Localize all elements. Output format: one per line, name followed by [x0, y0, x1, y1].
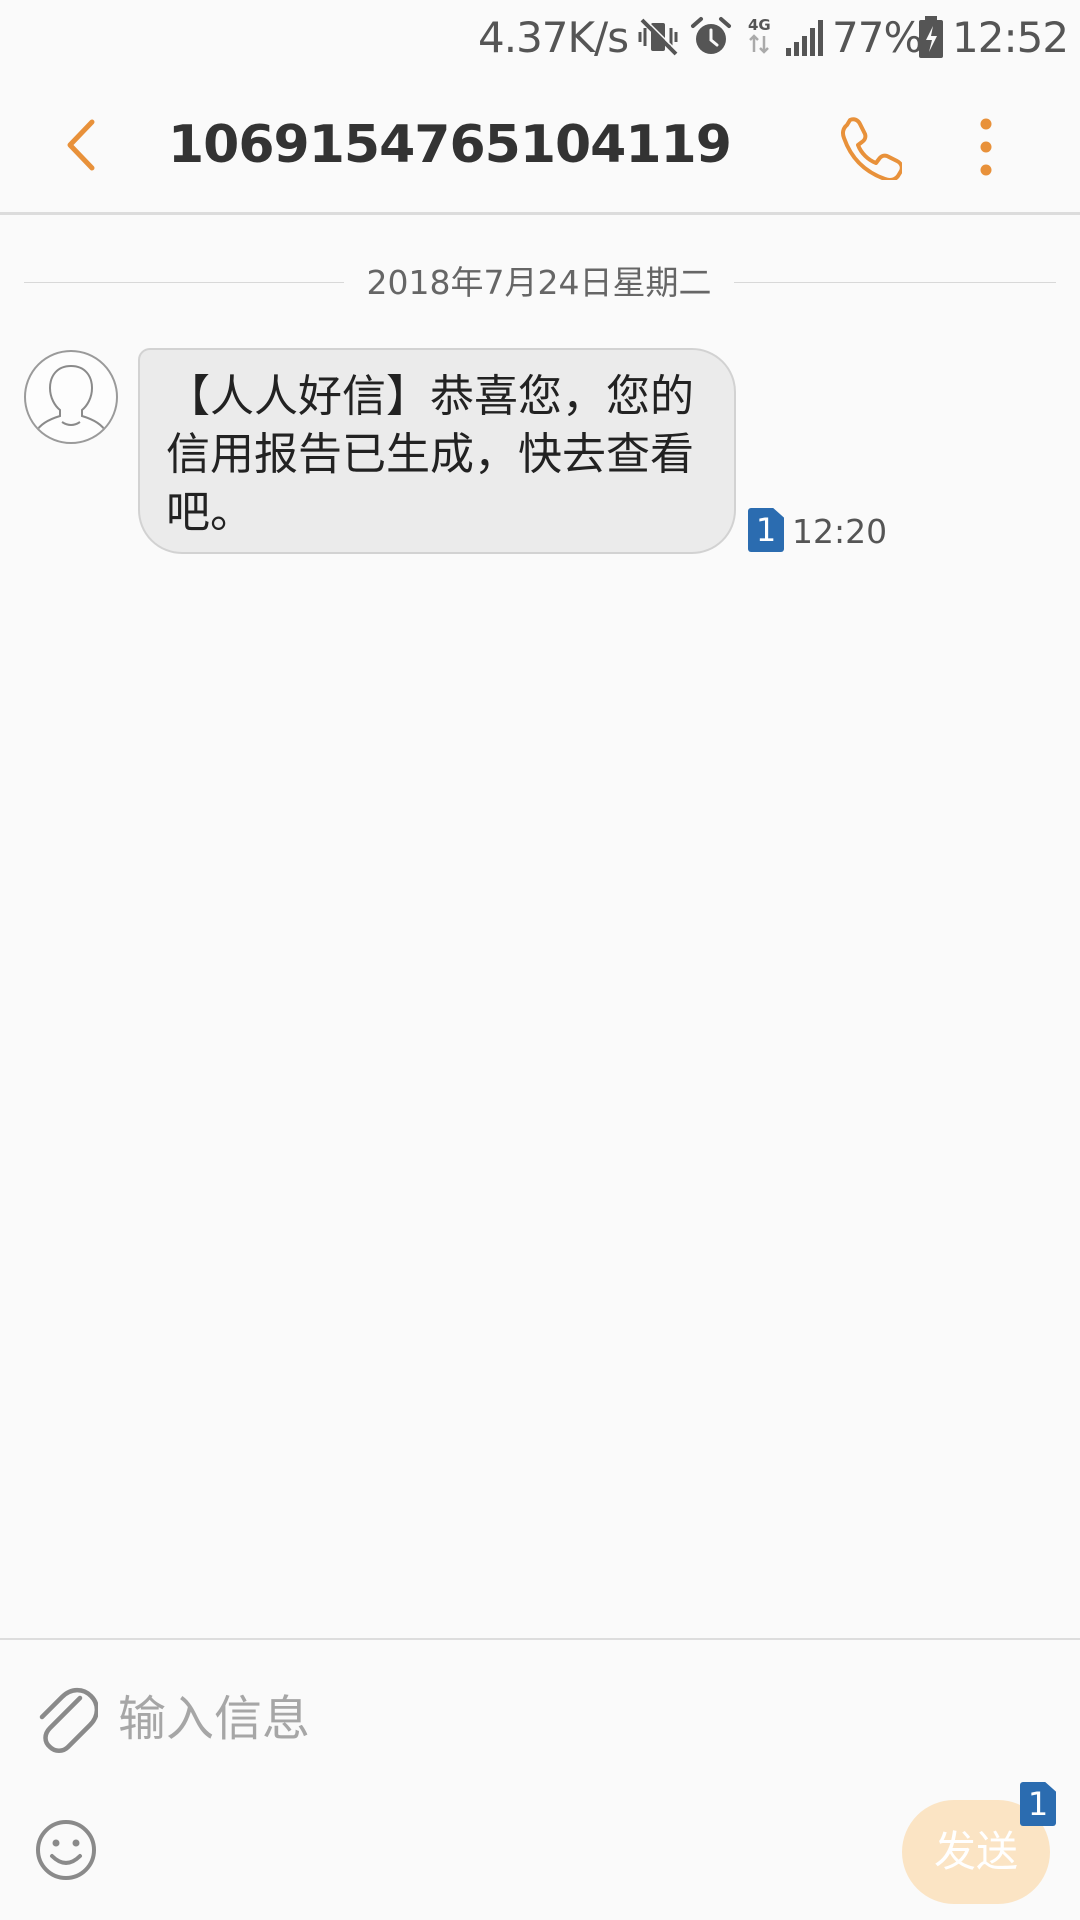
- 4g-data-icon: 4G: [748, 16, 771, 54]
- avatar[interactable]: [24, 350, 118, 444]
- alarm-icon: [691, 17, 731, 54]
- battery-icon: [919, 16, 943, 58]
- message-composer: 发送 1: [0, 1638, 1080, 1920]
- message-time: 12:20: [792, 512, 888, 551]
- vibrate-mute-icon: [638, 17, 679, 56]
- date-divider: 2018年7月24日星期二: [24, 258, 1056, 308]
- contact-number: 1069154765104119: [168, 115, 732, 175]
- status-time: 12:52: [952, 13, 1069, 62]
- network-speed: 4.37K/s: [478, 13, 629, 62]
- signal-icon: [786, 20, 823, 56]
- battery-percent: 77%: [832, 13, 923, 62]
- status-bar: 4.37K/s 4G 77% 12:52: [0, 0, 1080, 76]
- more-vert-icon[interactable]: [966, 114, 1006, 180]
- divider-line: [24, 282, 344, 283]
- emoji-icon[interactable]: [34, 1818, 98, 1882]
- sim-badge: 1: [748, 508, 784, 552]
- divider-line: [734, 282, 1056, 283]
- conversation-header: 1069154765104119: [0, 76, 1080, 215]
- date-label: 2018年7月24日星期二: [366, 263, 712, 302]
- message-bubble[interactable]: 【人人好信】恭喜您，您的信用报告已生成，快去查看吧。: [138, 348, 736, 554]
- svg-text:4G: 4G: [748, 16, 771, 34]
- phone-icon[interactable]: [836, 114, 902, 180]
- back-icon[interactable]: [54, 114, 110, 176]
- messaging-screen: 4.37K/s 4G 77% 12:52 1069154765104119 20…: [0, 0, 1080, 1920]
- default-contact-icon: [35, 365, 107, 433]
- paperclip-icon[interactable]: [34, 1680, 98, 1760]
- message-input[interactable]: [118, 1680, 818, 1758]
- send-sim-badge: 1: [1020, 1782, 1056, 1826]
- message-text: 【人人好信】恭喜您，您的信用报告已生成，快去查看吧。: [166, 371, 694, 538]
